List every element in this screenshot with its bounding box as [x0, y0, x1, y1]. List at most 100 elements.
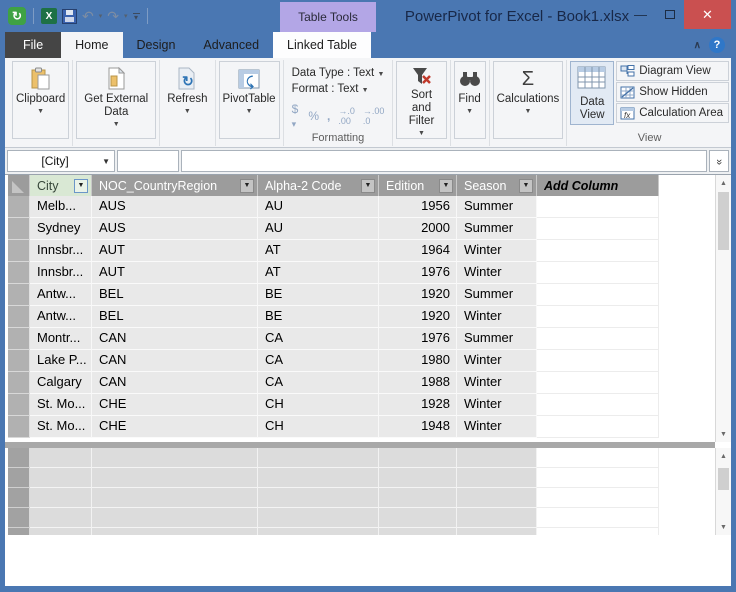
scroll-up-icon[interactable]: ▲ — [716, 448, 731, 464]
cell-season[interactable]: Winter — [457, 394, 537, 416]
filter-button-season[interactable]: ▼ — [519, 178, 533, 193]
calc-cell[interactable] — [92, 468, 258, 488]
cell-city[interactable]: Innsbr... — [30, 262, 92, 284]
cell-season[interactable]: Winter — [457, 372, 537, 394]
row-header[interactable] — [8, 284, 30, 306]
calc-cell[interactable] — [379, 528, 457, 535]
cell-noc-countryregion[interactable]: CAN — [92, 328, 258, 350]
column-header-noc-countryregion[interactable]: NOC_CountryRegion ▼ — [92, 175, 258, 196]
refresh-button[interactable]: ↻ Refresh ▼ — [163, 61, 211, 139]
percent-format-icon[interactable]: % — [308, 109, 319, 123]
collapse-ribbon-icon[interactable]: ∧ — [694, 40, 701, 51]
redo-icon[interactable]: ↷ — [107, 9, 119, 23]
calc-cell[interactable] — [537, 528, 659, 535]
calc-cell[interactable] — [537, 488, 659, 508]
row-header[interactable] — [8, 372, 30, 394]
cell-noc-countryregion[interactable]: CAN — [92, 350, 258, 372]
cell-alpha-2-code[interactable]: CA — [258, 328, 379, 350]
save-icon[interactable] — [62, 8, 77, 24]
filter-button-noc-countryregion[interactable]: ▼ — [240, 178, 254, 193]
calc-cell[interactable] — [379, 508, 457, 528]
data-type-dropdown[interactable]: Data Type : Text ▼ — [292, 67, 385, 79]
calc-cell[interactable] — [258, 448, 379, 468]
calc-cell[interactable] — [457, 468, 537, 488]
calc-cell[interactable] — [30, 448, 92, 468]
undo-dropdown-icon[interactable]: ▾ — [99, 12, 103, 20]
cell-noc-countryregion[interactable]: AUS — [92, 196, 258, 218]
cell-season[interactable]: Summer — [457, 284, 537, 306]
scroll-up-icon[interactable]: ▲ — [716, 175, 731, 191]
cell-edition[interactable]: 1928 — [379, 394, 457, 416]
cell-alpha-2-code[interactable]: CH — [258, 416, 379, 438]
thousands-separator-icon[interactable]: , — [327, 109, 330, 123]
cell-season[interactable]: Winter — [457, 240, 537, 262]
column-header-edition[interactable]: Edition ▼ — [379, 175, 457, 196]
cell-add-column[interactable] — [537, 350, 659, 372]
cell-edition[interactable]: 1956 — [379, 196, 457, 218]
cell-season[interactable]: Summer — [457, 218, 537, 240]
calc-cell[interactable] — [30, 488, 92, 508]
cell-alpha-2-code[interactable]: BE — [258, 306, 379, 328]
diagram-view-button[interactable]: Diagram View — [616, 61, 729, 81]
cell-noc-countryregion[interactable]: AUT — [92, 262, 258, 284]
calc-cell[interactable] — [537, 468, 659, 488]
minimize-button[interactable]: — — [626, 0, 655, 29]
cell-edition[interactable]: 1976 — [379, 328, 457, 350]
maximize-button[interactable] — [655, 0, 684, 29]
cell-edition[interactable]: 1976 — [379, 262, 457, 284]
cell-alpha-2-code[interactable]: AU — [258, 218, 379, 240]
cell-noc-countryregion[interactable]: CHE — [92, 394, 258, 416]
calc-cell[interactable] — [457, 488, 537, 508]
calc-cell[interactable] — [457, 448, 537, 468]
row-header[interactable] — [8, 350, 30, 372]
calc-cell[interactable] — [92, 508, 258, 528]
cell-add-column[interactable] — [537, 262, 659, 284]
calc-cell[interactable] — [258, 508, 379, 528]
powerpivot-logo-icon[interactable]: ↻ — [8, 7, 26, 25]
cell-city[interactable]: Sydney — [30, 218, 92, 240]
cell-edition[interactable]: 1980 — [379, 350, 457, 372]
cell-city[interactable]: Lake P... — [30, 350, 92, 372]
cell-add-column[interactable] — [537, 218, 659, 240]
close-button[interactable]: ✕ — [684, 0, 731, 29]
redo-dropdown-icon[interactable]: ▾ — [124, 12, 128, 20]
cell-add-column[interactable] — [537, 196, 659, 218]
cell-season[interactable]: Summer — [457, 328, 537, 350]
ribbon-tab-home[interactable]: Home — [61, 32, 123, 58]
calculations-button[interactable]: Σ Calculations ▼ — [492, 61, 564, 139]
ribbon-tab-linked-table[interactable]: Linked Table — [273, 32, 371, 58]
cell-alpha-2-code[interactable]: CH — [258, 394, 379, 416]
cell-city[interactable]: St. Mo... — [30, 394, 92, 416]
cell-alpha-2-code[interactable]: AT — [258, 240, 379, 262]
row-header[interactable] — [8, 328, 30, 350]
row-header[interactable] — [8, 306, 30, 328]
expand-formula-bar-button[interactable]: » — [709, 150, 729, 172]
cell-edition[interactable]: 2000 — [379, 218, 457, 240]
increase-decimal-icon[interactable]: →.0.00 — [338, 106, 355, 126]
calc-row-header[interactable] — [8, 508, 30, 528]
row-header[interactable] — [8, 196, 30, 218]
formula-input[interactable] — [181, 150, 707, 172]
calc-cell[interactable] — [92, 488, 258, 508]
filter-button-alpha-2-code[interactable]: ▼ — [361, 178, 375, 193]
cell-noc-countryregion[interactable]: AUT — [92, 240, 258, 262]
cell-season[interactable]: Winter — [457, 350, 537, 372]
cell-add-column[interactable] — [537, 328, 659, 350]
calc-cell[interactable] — [258, 488, 379, 508]
clipboard-button[interactable]: Clipboard ▼ — [12, 61, 70, 139]
cell-city[interactable]: Montr... — [30, 328, 92, 350]
row-header[interactable] — [8, 240, 30, 262]
calc-row-header[interactable] — [8, 488, 30, 508]
cell-edition[interactable]: 1988 — [379, 372, 457, 394]
cell-season[interactable]: Winter — [457, 416, 537, 438]
cell-noc-countryregion[interactable]: AUS — [92, 218, 258, 240]
insert-function-area[interactable] — [117, 150, 179, 172]
cell-add-column[interactable] — [537, 284, 659, 306]
calc-cell[interactable] — [457, 508, 537, 528]
cell-noc-countryregion[interactable]: BEL — [92, 306, 258, 328]
calculation-area-button[interactable]: fx Calculation Area — [616, 103, 729, 123]
cell-add-column[interactable] — [537, 394, 659, 416]
calc-cell[interactable] — [30, 468, 92, 488]
name-box-caret-icon[interactable]: ▼ — [102, 157, 114, 166]
ribbon-tab-design[interactable]: Design — [123, 32, 190, 58]
